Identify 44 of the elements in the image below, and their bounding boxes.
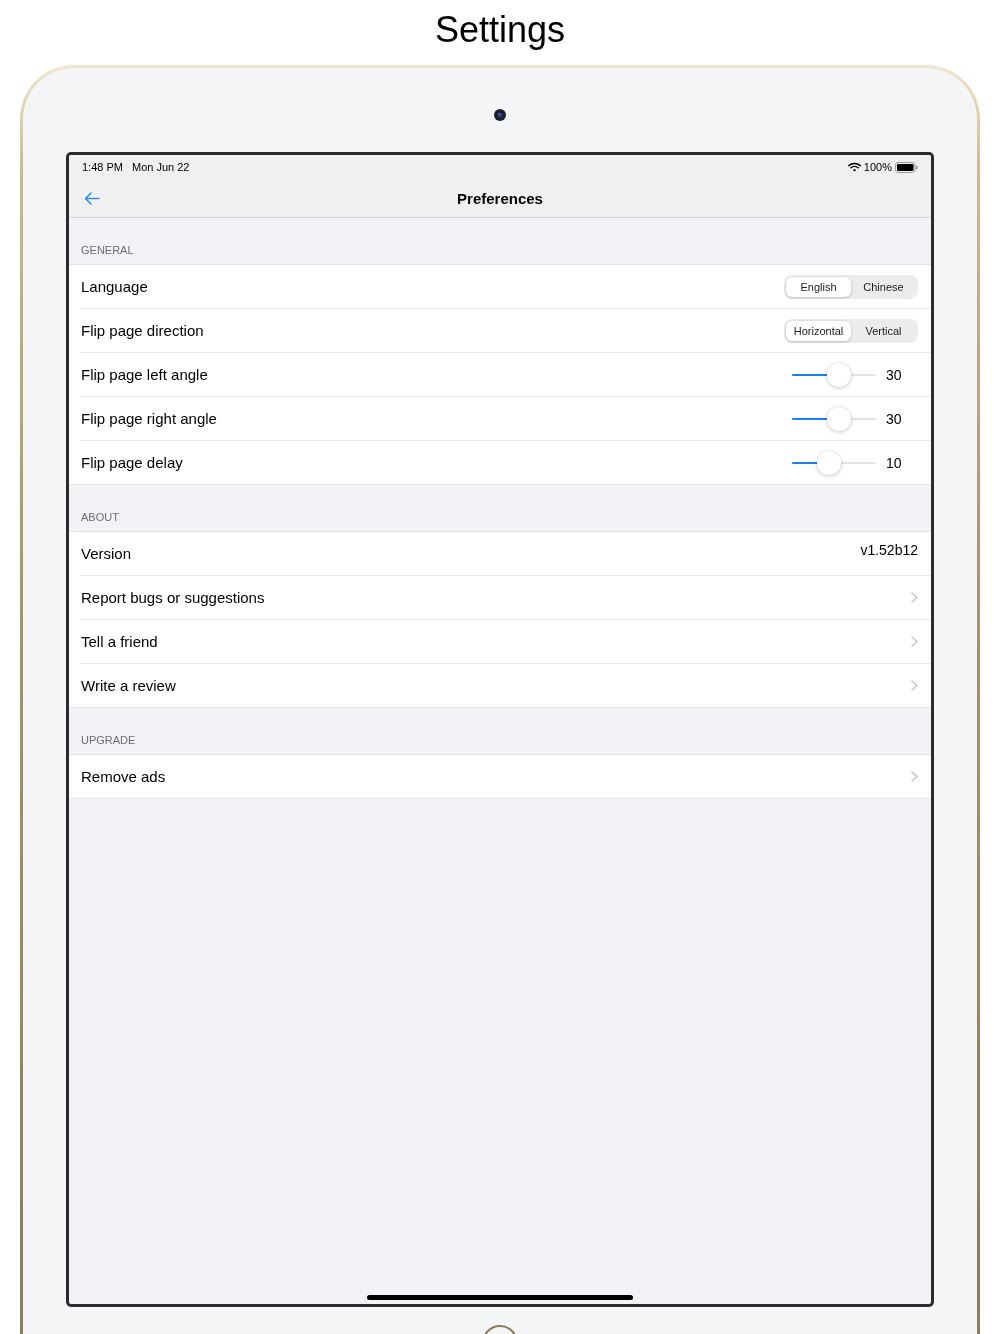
chevron-right-icon <box>911 636 918 647</box>
battery-percent: 100% <box>863 161 892 173</box>
chevron-right-icon <box>911 592 918 603</box>
version-value: v1.52b12 <box>860 542 918 558</box>
slider-value: 10 <box>886 454 903 471</box>
home-ring-drawing <box>482 1325 518 1334</box>
back-button[interactable] <box>82 189 102 207</box>
status-date: Mon Jun 22 <box>131 161 190 173</box>
row-label: Flip page direction <box>81 322 205 339</box>
status-time: 1:48 PM <box>82 161 123 173</box>
battery-icon <box>895 161 918 173</box>
settings-row[interactable]: Tell a friend <box>81 620 931 664</box>
back-arrow-icon <box>84 191 100 205</box>
row-label: Version <box>81 545 133 562</box>
page-title: Settings <box>434 9 566 51</box>
row-label: Flip page right angle <box>81 410 218 427</box>
segment-option[interactable]: Horizontal <box>786 320 851 341</box>
slider-thumb[interactable] <box>817 450 842 475</box>
settings-row[interactable]: Report bugs or suggestions <box>81 576 931 620</box>
section-header: UPGRADE <box>81 734 136 747</box>
slider-thumb[interactable] <box>826 362 851 387</box>
segment-option[interactable]: Chinese <box>851 276 916 297</box>
chevron-right-icon <box>911 771 918 782</box>
settings-row[interactable]: Remove ads <box>81 755 931 798</box>
row-label: Flip page left angle <box>81 366 209 383</box>
section-header: GENERAL <box>81 244 134 257</box>
segment-option[interactable]: English <box>786 276 851 297</box>
nav-title: Preferences <box>457 189 543 207</box>
row-label: Flip page delay <box>81 454 184 471</box>
slider-track[interactable] <box>792 362 876 387</box>
row-label: Language <box>81 278 149 295</box>
slider-track[interactable] <box>792 406 876 431</box>
camera-icon <box>494 109 506 121</box>
slider-track[interactable] <box>792 450 876 475</box>
segmented-control[interactable]: English Chinese <box>784 274 918 299</box>
wifi-icon <box>847 162 861 172</box>
chevron-right-icon <box>911 680 918 691</box>
slider-value: 30 <box>886 410 903 427</box>
segment-option[interactable]: Vertical <box>851 320 916 341</box>
slider-value: 30 <box>886 366 903 383</box>
section-header: ABOUT <box>81 511 119 524</box>
slider-thumb[interactable] <box>826 406 851 431</box>
segmented-control[interactable]: Horizontal Vertical <box>784 318 918 343</box>
settings-row[interactable]: Write a review <box>81 664 931 707</box>
